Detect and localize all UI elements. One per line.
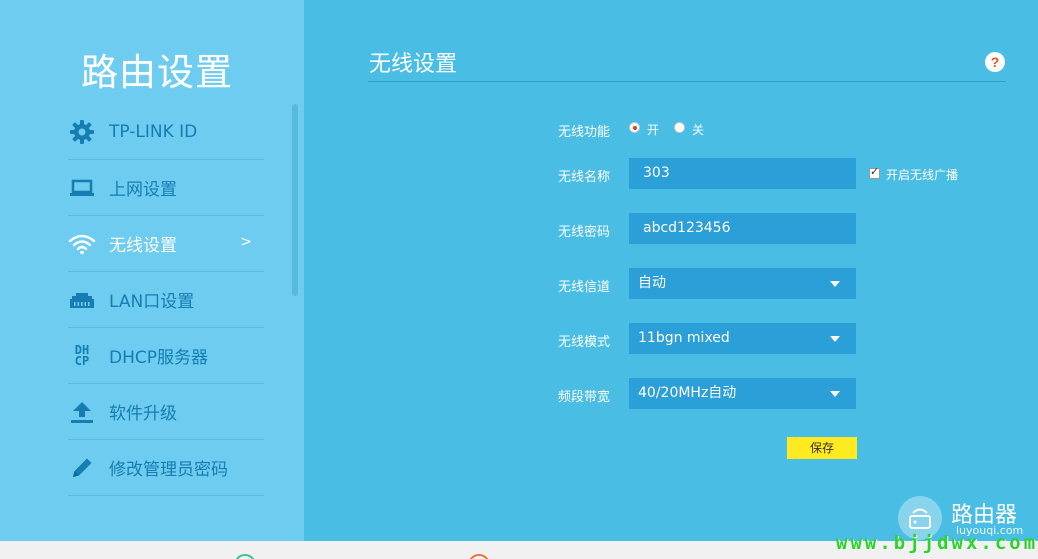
sidebar-item-tplink-id[interactable]: TP-LINK ID bbox=[68, 104, 264, 160]
channel-select-value: 自动 bbox=[638, 275, 666, 291]
sidebar-item-label: 软件升级 bbox=[109, 404, 177, 424]
mode-label: 无线模式 bbox=[558, 335, 611, 350]
sidebar: 路由设置 TP-LINK ID 上网设置 无线设置 > LAN口设置 DH CP… bbox=[0, 0, 304, 541]
sidebar-item-upgrade[interactable]: 软件升级 bbox=[68, 384, 264, 440]
dhcp-icon: DH CP bbox=[68, 342, 96, 370]
wireless-off-radio[interactable] bbox=[674, 122, 685, 133]
bandwidth-label: 频段带宽 bbox=[558, 390, 611, 405]
sidebar-item-internet[interactable]: 上网设置 bbox=[68, 160, 264, 216]
upload-icon bbox=[68, 398, 96, 426]
wireless-on-label: 开 bbox=[647, 123, 660, 137]
wireless-off-label: 关 bbox=[692, 123, 705, 137]
bandwidth-select-value: 40/20MHz自动 bbox=[638, 385, 737, 401]
sidebar-menu: TP-LINK ID 上网设置 无线设置 > LAN口设置 DH CP DHCP… bbox=[68, 104, 264, 496]
password-label: 无线密码 bbox=[558, 225, 611, 240]
dhcp-icon-bottom: CP bbox=[74, 353, 90, 368]
broadcast-checkbox[interactable] bbox=[869, 165, 880, 179]
ssid-input[interactable]: 303 bbox=[629, 158, 856, 189]
sidebar-item-label: 上网设置 bbox=[109, 180, 177, 200]
sidebar-item-dhcp[interactable]: DH CP DHCP服务器 bbox=[68, 328, 264, 384]
password-input[interactable]: abcd123456 bbox=[629, 213, 856, 244]
chevron-right-icon: > bbox=[240, 234, 252, 250]
channel-select[interactable]: 自动 bbox=[629, 268, 856, 299]
sidebar-item-label: LAN口设置 bbox=[109, 292, 195, 312]
bandwidth-select[interactable]: 40/20MHz自动 bbox=[629, 378, 856, 409]
sidebar-item-wireless[interactable]: 无线设置 > bbox=[68, 216, 264, 272]
lan-port-icon bbox=[68, 286, 96, 314]
mode-select-value: 11bgn mixed bbox=[638, 330, 730, 346]
sidebar-title: 路由设置 bbox=[81, 51, 233, 94]
wireless-on-radio[interactable] bbox=[629, 122, 640, 133]
sidebar-item-label: DHCP服务器 bbox=[109, 348, 208, 368]
chevron-down-icon bbox=[830, 336, 840, 342]
main-panel: 无线设置 ? 无线功能 开 关 无线名称 303 开启无线广播 无线密码 abc… bbox=[304, 0, 1038, 541]
chevron-down-icon bbox=[830, 281, 840, 287]
save-button[interactable]: 保存 bbox=[787, 437, 857, 459]
sidebar-item-label: 修改管理员密码 bbox=[109, 460, 228, 480]
page-title: 无线设置 bbox=[369, 52, 458, 77]
ssid-label: 无线名称 bbox=[558, 170, 611, 185]
laptop-icon bbox=[68, 174, 96, 202]
sidebar-item-admin-password[interactable]: 修改管理员密码 bbox=[68, 440, 264, 496]
wifi-icon bbox=[68, 230, 96, 258]
sidebar-scrollbar[interactable] bbox=[292, 104, 298, 296]
help-icon[interactable]: ? bbox=[985, 52, 1005, 72]
chevron-down-icon bbox=[830, 391, 840, 397]
wireless-function-label: 无线功能 bbox=[558, 125, 611, 140]
sidebar-item-label: 无线设置 bbox=[109, 236, 177, 256]
broadcast-label: 开启无线广播 bbox=[886, 168, 959, 182]
gear-icon bbox=[68, 118, 96, 146]
sidebar-item-label: TP-LINK ID bbox=[109, 121, 198, 142]
pencil-icon bbox=[68, 454, 96, 482]
title-divider bbox=[368, 81, 1006, 82]
watermark-url: www.bjjdwx.com bbox=[836, 532, 1038, 554]
sidebar-item-lan[interactable]: LAN口设置 bbox=[68, 272, 264, 328]
mode-select[interactable]: 11bgn mixed bbox=[629, 323, 856, 354]
channel-label: 无线信道 bbox=[558, 280, 611, 295]
